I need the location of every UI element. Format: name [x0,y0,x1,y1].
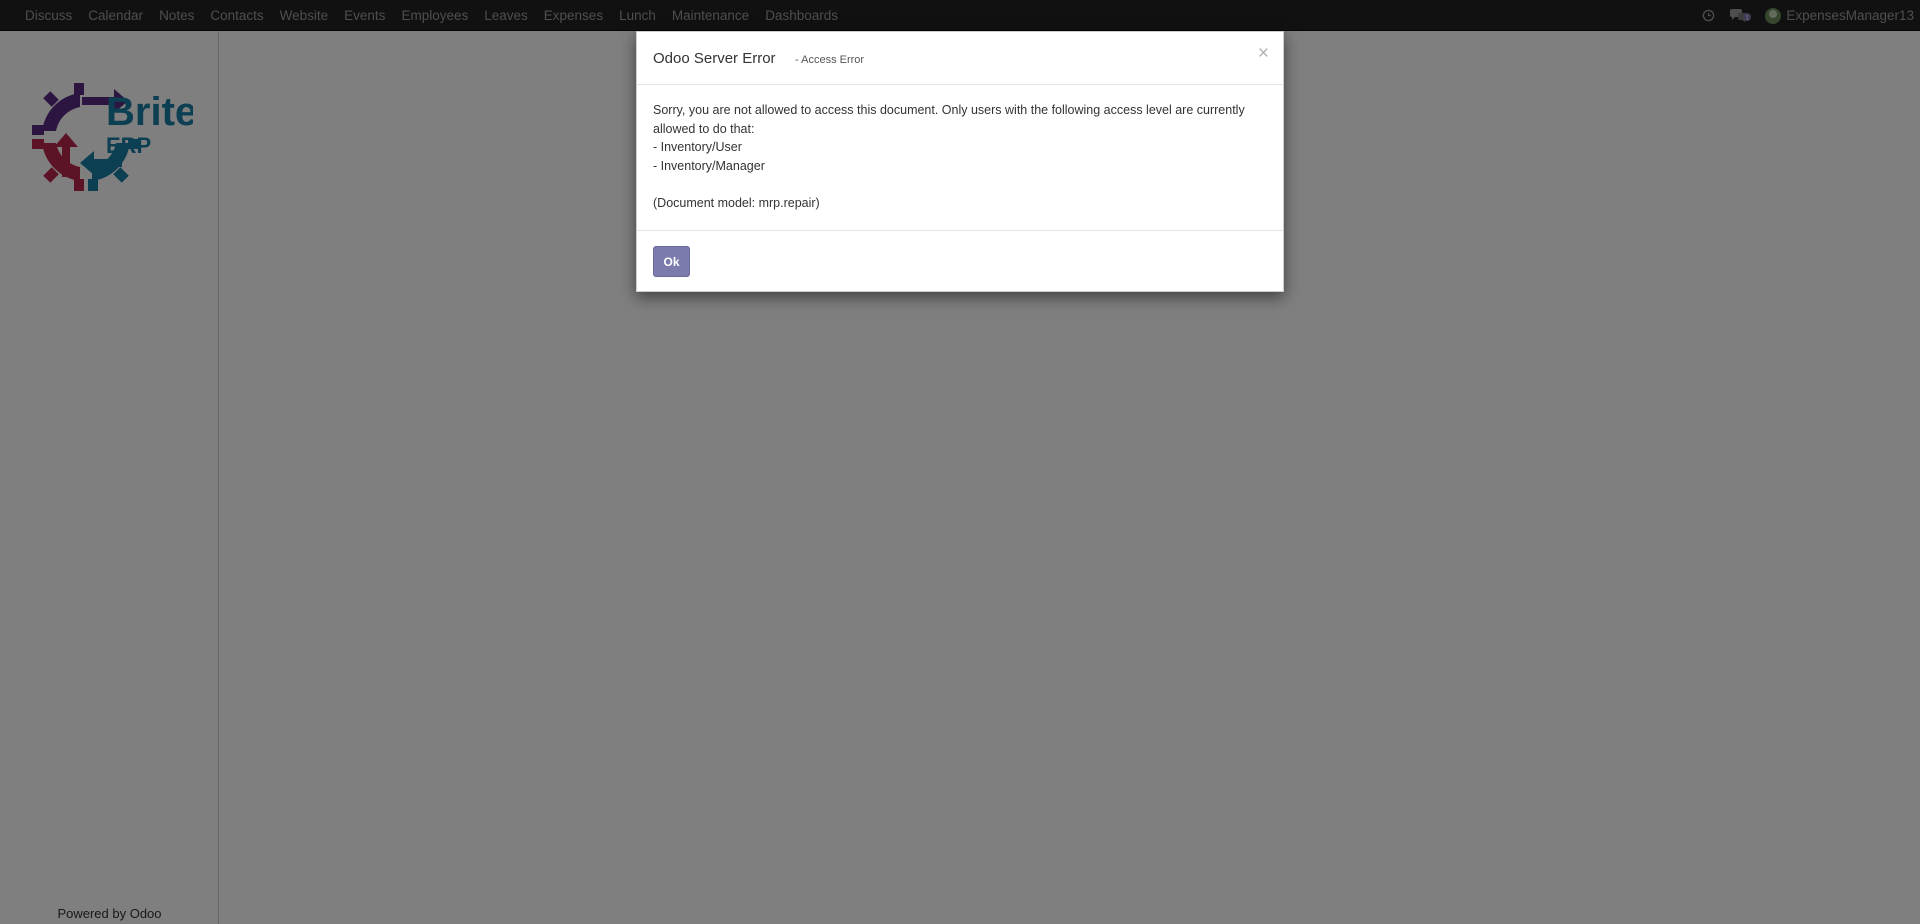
document-model: (Document model: mrp.repair) [653,195,820,210]
dialog-subtitle: - Access Error [795,54,865,66]
dialog-title: Odoo Server Error [653,50,776,67]
ok-button[interactable]: Ok [653,246,690,277]
dialog-body: Sorry, you are not allowed to access thi… [637,85,1283,231]
close-icon[interactable]: × [1258,44,1269,63]
access-level-item: - Inventory/User [653,140,742,154]
dialog-footer: Ok [637,231,1283,291]
dialog-header: Odoo Server Error - Access Error × [637,32,1283,85]
access-level-item: - Inventory/Manager [653,158,765,173]
error-message: Sorry, you are not allowed to access thi… [653,103,1245,136]
error-dialog: Odoo Server Error - Access Error × Sorry… [636,31,1284,292]
